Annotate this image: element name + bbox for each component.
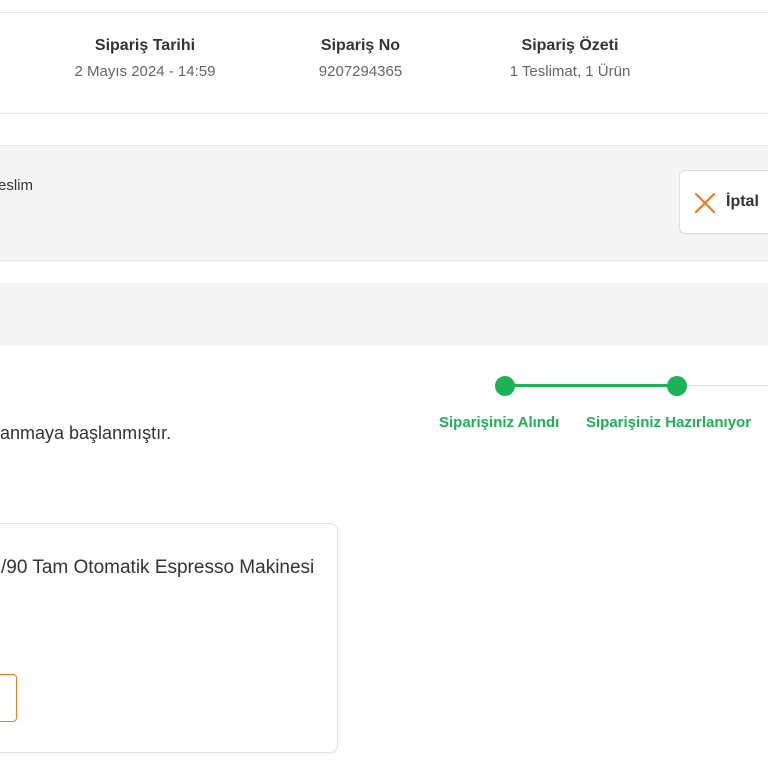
order-summary-bar: Sipariş Tarihi 2 Mayıs 2024 - 14:59 Sipa… <box>0 12 768 114</box>
order-date-value: 2 Mayıs 2024 - 14:59 <box>74 63 216 80</box>
delivery-label: eslim <box>0 177 34 194</box>
step-dot-preparing <box>667 376 687 396</box>
delivery-header: eslim İptal <box>0 145 768 261</box>
order-status-message: anmaya başlanmıştır. <box>0 423 172 443</box>
product-action-button[interactable] <box>0 674 17 722</box>
progress-line-pending <box>687 385 768 386</box>
cancel-order-label: İptal <box>726 193 759 210</box>
progress-line-done <box>505 384 677 387</box>
step-dot-received <box>495 376 515 396</box>
order-number-value: 9207294365 <box>318 63 403 80</box>
order-number-block: Sipariş No 9207294365 <box>288 37 433 80</box>
order-date-block: Sipariş Tarihi 2 Mayıs 2024 - 14:59 <box>50 37 240 80</box>
cancel-order-button[interactable]: İptal <box>679 170 768 234</box>
order-summary-value: 1 Teslimat, 1 Ürün <box>509 63 631 80</box>
order-summary-block: Sipariş Özeti 1 Teslimat, 1 Ürün <box>485 37 655 80</box>
step-label-received: Siparişiniz Alındı <box>439 414 560 431</box>
order-number-title: Sipariş No <box>320 37 401 54</box>
section-divider-band <box>0 283 768 346</box>
product-name[interactable]: /90 Tam Otomatik Espresso Makinesi <box>1 557 337 579</box>
close-icon <box>694 192 716 214</box>
order-date-title: Sipariş Tarihi <box>94 37 196 54</box>
order-summary-title: Sipariş Özeti <box>521 37 619 54</box>
step-label-preparing: Siparişiniz Hazırlanıyor <box>586 414 752 431</box>
product-card: /90 Tam Otomatik Espresso Makinesi <box>0 523 338 753</box>
